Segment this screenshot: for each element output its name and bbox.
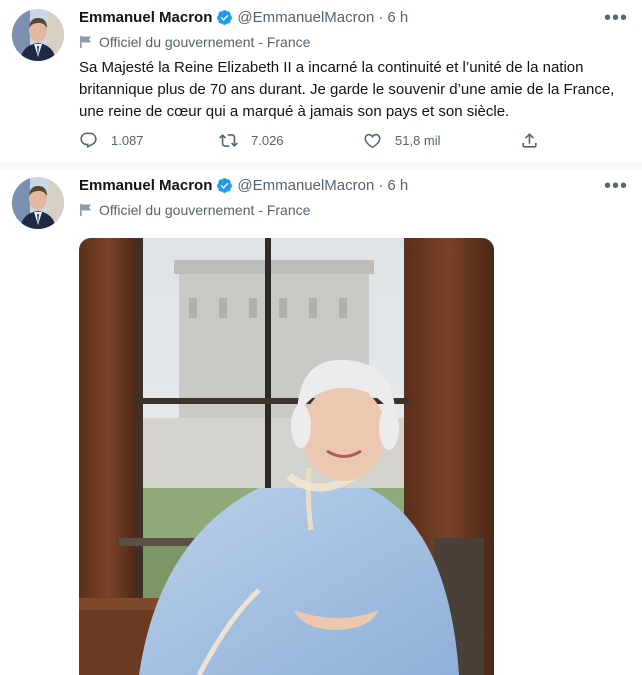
government-label: Officiel du gouvernement - France [79, 202, 310, 218]
like-icon [364, 133, 381, 149]
retweet-button[interactable]: 7.026 [219, 131, 284, 150]
government-label: Officiel du gouvernement - France [79, 34, 310, 50]
avatar[interactable] [12, 9, 64, 61]
verified-badge-icon [217, 178, 233, 193]
tweet[interactable]: Emmanuel Macron @EmmanuelMacron · 6 h ••… [0, 170, 642, 675]
reply-button[interactable]: 1.087 [79, 131, 144, 150]
government-label-text: Officiel du gouvernement - France [99, 34, 311, 50]
tweet-actions: 1.087 7.026 51,8 mil [79, 131, 559, 151]
author-name[interactable]: Emmanuel Macron [79, 177, 212, 194]
reply-icon [80, 132, 97, 149]
more-icon[interactable]: ••• [604, 8, 628, 32]
retweet-count: 7.026 [251, 133, 284, 148]
more-icon[interactable]: ••• [604, 176, 628, 200]
tweet-photo[interactable] [79, 238, 494, 675]
share-icon [522, 133, 537, 148]
tweet-header: Emmanuel Macron @EmmanuelMacron · 6 h [79, 9, 408, 26]
like-button[interactable]: 51,8 mil [363, 131, 441, 150]
tweet-header: Emmanuel Macron @EmmanuelMacron · 6 h [79, 177, 408, 194]
government-label-text: Officiel du gouvernement - France [99, 202, 311, 218]
timestamp[interactable]: 6 h [387, 9, 408, 26]
timestamp[interactable]: 6 h [387, 177, 408, 194]
author-name[interactable]: Emmanuel Macron [79, 9, 212, 26]
tweet[interactable]: Emmanuel Macron @EmmanuelMacron · 6 h ••… [0, 0, 642, 162]
author-handle[interactable]: @EmmanuelMacron [237, 177, 374, 194]
reply-count: 1.087 [111, 133, 144, 148]
queen-portrait-image [79, 238, 494, 675]
avatar[interactable] [12, 177, 64, 229]
separator-dot: · [378, 177, 384, 194]
share-button[interactable] [520, 131, 552, 150]
retweet-icon [219, 134, 238, 147]
tweet-separator [0, 162, 642, 170]
government-flag-icon [80, 204, 91, 216]
like-count: 51,8 mil [395, 133, 441, 148]
verified-badge-icon [217, 10, 233, 25]
tweet-text: Sa Majesté la Reine Elizabeth II a incar… [79, 59, 615, 120]
author-handle[interactable]: @EmmanuelMacron [237, 9, 374, 26]
separator-dot: · [378, 9, 384, 26]
government-flag-icon [80, 36, 91, 48]
